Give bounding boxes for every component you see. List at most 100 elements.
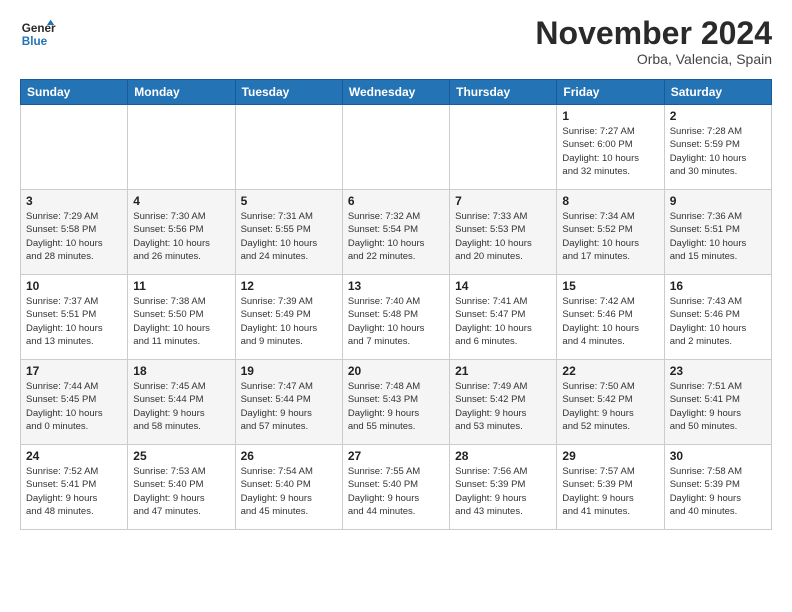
- calendar-cell-1-0: 3 Sunrise: 7:29 AM Sunset: 5:58 PM Daylig…: [21, 190, 128, 275]
- day-info: Sunrise: 7:57 AM Sunset: 5:39 PM Dayligh…: [562, 465, 658, 518]
- calendar-cell-3-5: 22 Sunrise: 7:50 AM Sunset: 5:42 PM Dayli…: [557, 360, 664, 445]
- day-number: 1: [562, 109, 658, 123]
- day-number: 22: [562, 364, 658, 378]
- day-number: 16: [670, 279, 766, 293]
- weekday-header-sunday: Sunday: [21, 80, 128, 105]
- day-info: Sunrise: 7:49 AM Sunset: 5:42 PM Dayligh…: [455, 380, 551, 433]
- calendar-cell-1-5: 8 Sunrise: 7:34 AM Sunset: 5:52 PM Daylig…: [557, 190, 664, 275]
- day-info: Sunrise: 7:37 AM Sunset: 5:51 PM Dayligh…: [26, 295, 122, 348]
- day-number: 24: [26, 449, 122, 463]
- day-info: Sunrise: 7:50 AM Sunset: 5:42 PM Dayligh…: [562, 380, 658, 433]
- day-number: 12: [241, 279, 337, 293]
- day-number: 13: [348, 279, 444, 293]
- day-number: 10: [26, 279, 122, 293]
- calendar-cell-3-2: 19 Sunrise: 7:47 AM Sunset: 5:44 PM Dayli…: [235, 360, 342, 445]
- calendar-cell-3-3: 20 Sunrise: 7:48 AM Sunset: 5:43 PM Dayli…: [342, 360, 449, 445]
- day-info: Sunrise: 7:45 AM Sunset: 5:44 PM Dayligh…: [133, 380, 229, 433]
- day-number: 26: [241, 449, 337, 463]
- calendar-cell-1-6: 9 Sunrise: 7:36 AM Sunset: 5:51 PM Daylig…: [664, 190, 771, 275]
- location: Orba, Valencia, Spain: [535, 51, 772, 67]
- day-info: Sunrise: 7:33 AM Sunset: 5:53 PM Dayligh…: [455, 210, 551, 263]
- day-info: Sunrise: 7:30 AM Sunset: 5:56 PM Dayligh…: [133, 210, 229, 263]
- day-info: Sunrise: 7:40 AM Sunset: 5:48 PM Dayligh…: [348, 295, 444, 348]
- calendar-cell-0-3: [342, 105, 449, 190]
- calendar-cell-3-1: 18 Sunrise: 7:45 AM Sunset: 5:44 PM Dayli…: [128, 360, 235, 445]
- day-info: Sunrise: 7:41 AM Sunset: 5:47 PM Dayligh…: [455, 295, 551, 348]
- day-number: 27: [348, 449, 444, 463]
- day-number: 30: [670, 449, 766, 463]
- calendar-cell-1-3: 6 Sunrise: 7:32 AM Sunset: 5:54 PM Daylig…: [342, 190, 449, 275]
- day-number: 4: [133, 194, 229, 208]
- calendar-cell-4-6: 30 Sunrise: 7:58 AM Sunset: 5:39 PM Dayli…: [664, 445, 771, 530]
- calendar-cell-2-1: 11Sunrise: 7:38 AM Sunset: 5:50 PM Dayli…: [128, 275, 235, 360]
- calendar-cell-2-2: 12 Sunrise: 7:39 AM Sunset: 5:49 PM Dayli…: [235, 275, 342, 360]
- day-info: Sunrise: 7:32 AM Sunset: 5:54 PM Dayligh…: [348, 210, 444, 263]
- weekday-header-thursday: Thursday: [450, 80, 557, 105]
- calendar-cell-4-2: 26 Sunrise: 7:54 AM Sunset: 5:40 PM Dayli…: [235, 445, 342, 530]
- day-number: 25: [133, 449, 229, 463]
- calendar-cell-2-6: 16 Sunrise: 7:43 AM Sunset: 5:46 PM Dayli…: [664, 275, 771, 360]
- day-number: 6: [348, 194, 444, 208]
- day-number: 28: [455, 449, 551, 463]
- day-info: Sunrise: 7:47 AM Sunset: 5:44 PM Dayligh…: [241, 380, 337, 433]
- day-info: Sunrise: 7:36 AM Sunset: 5:51 PM Dayligh…: [670, 210, 766, 263]
- weekday-header-wednesday: Wednesday: [342, 80, 449, 105]
- calendar-cell-3-4: 21 Sunrise: 7:49 AM Sunset: 5:42 PM Dayli…: [450, 360, 557, 445]
- day-number: 3: [26, 194, 122, 208]
- day-info: Sunrise: 7:43 AM Sunset: 5:46 PM Dayligh…: [670, 295, 766, 348]
- header: General Blue General Blue November 2024 …: [20, 16, 772, 67]
- day-number: 20: [348, 364, 444, 378]
- day-info: Sunrise: 7:31 AM Sunset: 5:55 PM Dayligh…: [241, 210, 337, 263]
- day-number: 19: [241, 364, 337, 378]
- day-number: 11: [133, 279, 229, 293]
- day-number: 21: [455, 364, 551, 378]
- day-info: Sunrise: 7:58 AM Sunset: 5:39 PM Dayligh…: [670, 465, 766, 518]
- day-info: Sunrise: 7:52 AM Sunset: 5:41 PM Dayligh…: [26, 465, 122, 518]
- weekday-header-saturday: Saturday: [664, 80, 771, 105]
- day-info: Sunrise: 7:56 AM Sunset: 5:39 PM Dayligh…: [455, 465, 551, 518]
- weekday-header-tuesday: Tuesday: [235, 80, 342, 105]
- calendar-cell-1-2: 5 Sunrise: 7:31 AM Sunset: 5:55 PM Daylig…: [235, 190, 342, 275]
- day-info: Sunrise: 7:55 AM Sunset: 5:40 PM Dayligh…: [348, 465, 444, 518]
- calendar: SundayMondayTuesdayWednesdayThursdayFrid…: [20, 79, 772, 530]
- day-info: Sunrise: 7:29 AM Sunset: 5:58 PM Dayligh…: [26, 210, 122, 263]
- calendar-cell-4-1: 25 Sunrise: 7:53 AM Sunset: 5:40 PM Dayli…: [128, 445, 235, 530]
- day-number: 29: [562, 449, 658, 463]
- calendar-cell-2-3: 13 Sunrise: 7:40 AM Sunset: 5:48 PM Dayli…: [342, 275, 449, 360]
- generalblue-logo-icon: General Blue: [20, 16, 56, 52]
- calendar-cell-0-4: [450, 105, 557, 190]
- calendar-cell-1-4: 7 Sunrise: 7:33 AM Sunset: 5:53 PM Daylig…: [450, 190, 557, 275]
- day-number: 5: [241, 194, 337, 208]
- calendar-cell-2-4: 14 Sunrise: 7:41 AM Sunset: 5:47 PM Dayli…: [450, 275, 557, 360]
- day-number: 7: [455, 194, 551, 208]
- day-info: Sunrise: 7:51 AM Sunset: 5:41 PM Dayligh…: [670, 380, 766, 433]
- logo: General Blue General Blue: [20, 16, 56, 52]
- day-info: Sunrise: 7:39 AM Sunset: 5:49 PM Dayligh…: [241, 295, 337, 348]
- calendar-cell-4-0: 24 Sunrise: 7:52 AM Sunset: 5:41 PM Dayli…: [21, 445, 128, 530]
- weekday-header-friday: Friday: [557, 80, 664, 105]
- day-info: Sunrise: 7:27 AM Sunset: 6:00 PM Dayligh…: [562, 125, 658, 178]
- calendar-cell-0-0: [21, 105, 128, 190]
- day-number: 23: [670, 364, 766, 378]
- month-title: November 2024: [535, 16, 772, 51]
- calendar-cell-3-6: 23 Sunrise: 7:51 AM Sunset: 5:41 PM Dayli…: [664, 360, 771, 445]
- day-number: 14: [455, 279, 551, 293]
- calendar-cell-0-6: 2Sunrise: 7:28 AM Sunset: 5:59 PM Daylig…: [664, 105, 771, 190]
- calendar-cell-1-1: 4 Sunrise: 7:30 AM Sunset: 5:56 PM Daylig…: [128, 190, 235, 275]
- day-number: 18: [133, 364, 229, 378]
- day-info: Sunrise: 7:53 AM Sunset: 5:40 PM Dayligh…: [133, 465, 229, 518]
- day-info: Sunrise: 7:54 AM Sunset: 5:40 PM Dayligh…: [241, 465, 337, 518]
- day-number: 2: [670, 109, 766, 123]
- calendar-cell-0-2: [235, 105, 342, 190]
- day-number: 15: [562, 279, 658, 293]
- calendar-cell-3-0: 17Sunrise: 7:44 AM Sunset: 5:45 PM Dayli…: [21, 360, 128, 445]
- day-info: Sunrise: 7:34 AM Sunset: 5:52 PM Dayligh…: [562, 210, 658, 263]
- day-number: 9: [670, 194, 766, 208]
- calendar-cell-0-1: [128, 105, 235, 190]
- day-info: Sunrise: 7:48 AM Sunset: 5:43 PM Dayligh…: [348, 380, 444, 433]
- day-number: 8: [562, 194, 658, 208]
- svg-text:Blue: Blue: [22, 35, 48, 48]
- calendar-cell-2-5: 15 Sunrise: 7:42 AM Sunset: 5:46 PM Dayli…: [557, 275, 664, 360]
- calendar-cell-2-0: 10 Sunrise: 7:37 AM Sunset: 5:51 PM Dayli…: [21, 275, 128, 360]
- day-info: Sunrise: 7:42 AM Sunset: 5:46 PM Dayligh…: [562, 295, 658, 348]
